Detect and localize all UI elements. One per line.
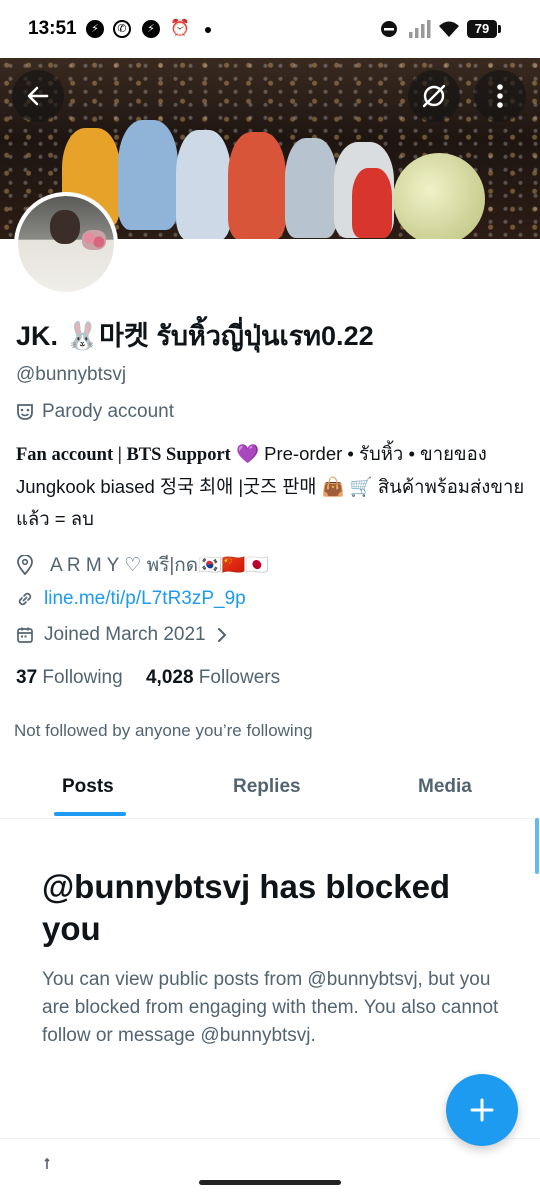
followers-link[interactable]: 4,028 Followers <box>146 667 280 688</box>
following-count: 37 <box>16 667 38 688</box>
messenger-icon: ⚡ <box>86 20 104 38</box>
blocked-title: @bunnybtsvj has blocked you <box>42 868 451 947</box>
alarm-icon: ⏰ <box>170 20 190 38</box>
followed-by-text: Not followed by anyone you’re following <box>14 721 313 740</box>
tab-replies[interactable]: Replies <box>233 776 301 798</box>
tab-media[interactable]: Media <box>418 776 472 798</box>
following-link[interactable]: 37 Following <box>16 667 123 688</box>
grok-button[interactable] <box>408 70 460 122</box>
active-tab-indicator <box>54 812 126 816</box>
tab-posts[interactable]: Posts <box>62 776 114 798</box>
repost-icon <box>44 1157 50 1169</box>
arrow-left-icon <box>27 86 49 106</box>
avatar[interactable] <box>14 192 118 296</box>
more-options-button[interactable] <box>474 70 526 122</box>
compose-post-button[interactable] <box>446 1074 518 1146</box>
follow-counts: 37 Following 4,028 Followers <box>16 667 280 689</box>
calendar-icon <box>17 627 33 643</box>
followers-label: Followers <box>198 667 281 688</box>
wifi-icon <box>439 21 459 37</box>
location-pin-icon <box>17 555 33 575</box>
profile-tabs: Posts Replies Media <box>0 760 540 819</box>
messenger-icon: ⚡ <box>142 20 160 38</box>
partial-post-row <box>44 1156 424 1170</box>
banner-figure <box>352 168 392 238</box>
banner-figure <box>176 130 231 239</box>
status-time: 13:51 <box>28 18 77 39</box>
blocked-description: You can view public posts from @bunnybts… <box>42 969 499 1046</box>
display-name: JK. 🐰마켓 รับหิ้วญี่ปุ่นเรท0.22 <box>16 321 374 351</box>
banner-balloon <box>393 153 485 239</box>
do-not-disturb-icon <box>381 21 397 37</box>
status-bar: 13:51 ⚡ ✆ ⚡ ⏰ 79 <box>0 0 540 58</box>
scrollbar[interactable] <box>535 818 539 874</box>
banner-figure <box>285 138 337 238</box>
chevron-right-icon <box>217 628 227 642</box>
more-notifications-dot <box>205 27 211 33</box>
bio-heading: Fan account | BTS Support <box>16 445 231 465</box>
banner-figure <box>228 132 286 239</box>
location-text: A R M Y ♡ พรี|กด🇰🇷🇨🇳🇯🇵 <box>50 555 270 576</box>
joined-row[interactable]: Joined March 2021 <box>16 624 228 646</box>
parody-label: Parody account <box>16 401 174 423</box>
back-button[interactable] <box>12 70 64 122</box>
battery-tip <box>498 25 501 33</box>
link-icon <box>18 592 32 606</box>
banner-figure <box>118 120 178 230</box>
joined-text: Joined March 2021 <box>44 624 206 645</box>
whatsapp-icon: ✆ <box>113 20 131 38</box>
following-label: Following <box>42 667 123 688</box>
home-indicator[interactable] <box>199 1180 341 1185</box>
plus-icon <box>470 1098 494 1122</box>
location-row: A R M Y ♡ พรี|กด🇰🇷🇨🇳🇯🇵 <box>16 550 269 580</box>
avatar-head <box>50 210 80 244</box>
profile-link[interactable]: line.me/ti/p/L7tR3zP_9p <box>44 588 246 610</box>
battery-indicator: 79 <box>467 20 497 38</box>
grok-icon <box>422 84 446 108</box>
bio: Fan account | BTS Support 💜 Pre-order • … <box>16 438 526 535</box>
followers-count: 4,028 <box>145 667 194 688</box>
parody-text: Parody account <box>42 401 175 422</box>
signal-icon <box>409 20 431 38</box>
link-row: line.me/ti/p/L7tR3zP_9p <box>16 588 246 610</box>
username: @bunnybtsvj <box>16 364 127 385</box>
avatar-flowers <box>82 230 106 250</box>
theater-mask-icon <box>17 404 33 420</box>
avatar-photo <box>18 196 114 292</box>
more-vertical-icon <box>497 84 503 108</box>
